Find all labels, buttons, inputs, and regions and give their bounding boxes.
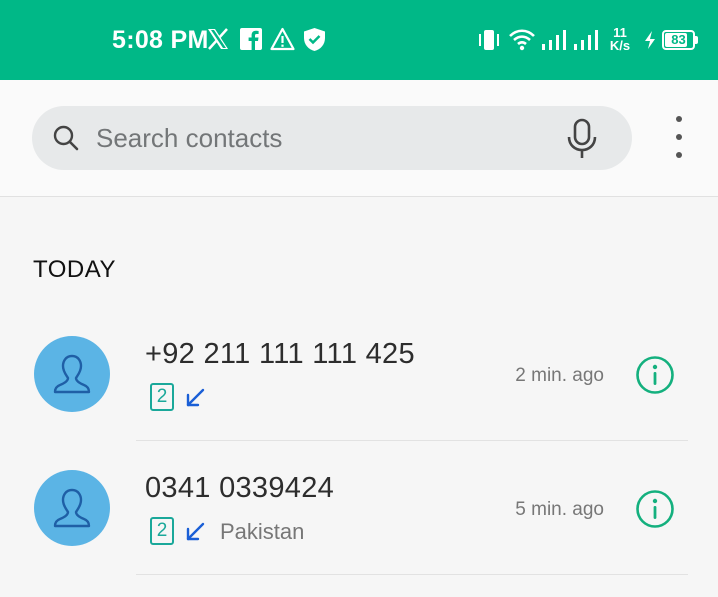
status-time: 5:08 PM <box>112 26 209 54</box>
call-log-row[interactable]: 0341 0339424 2 Pakistan 5 min. ago <box>0 442 718 576</box>
shield-icon <box>304 28 325 51</box>
avatar[interactable] <box>34 336 110 412</box>
info-icon[interactable] <box>635 489 675 529</box>
microphone-icon[interactable] <box>566 118 598 160</box>
phone-number: 0341 0339424 <box>145 472 335 504</box>
phone-number: +92 211 111 111 425 <box>145 338 415 370</box>
battery-cap <box>695 36 698 44</box>
person-icon <box>53 488 91 528</box>
search-icon <box>53 125 79 151</box>
network-speed: 11 K/s <box>607 26 633 52</box>
battery-icon: 83 <box>662 30 695 50</box>
call-log-row[interactable]: +92 211 111 111 425 2 2 min. ago <box>0 308 718 442</box>
battery-percent: 83 <box>671 32 686 47</box>
incoming-call-arrow-icon <box>186 522 205 541</box>
divider <box>136 440 688 441</box>
charging-icon <box>645 31 655 49</box>
signal-icon <box>542 30 566 50</box>
call-time: 5 min. ago <box>515 499 604 520</box>
sim-badge: 2 <box>150 517 174 545</box>
call-location: Pakistan <box>220 519 305 544</box>
facebook-icon <box>240 28 262 50</box>
wifi-icon <box>509 29 535 51</box>
status-bar: 5:08 PM 11 K/s 83 <box>0 0 718 80</box>
search-input[interactable] <box>96 106 536 170</box>
search-bar[interactable] <box>32 106 632 170</box>
sim-badge: 2 <box>150 383 174 411</box>
network-speed-unit: K/s <box>609 38 631 53</box>
person-icon <box>53 354 91 394</box>
incoming-call-arrow-icon <box>186 388 205 407</box>
signal-icon <box>574 30 598 50</box>
warning-icon <box>270 27 295 51</box>
x-icon <box>208 28 228 50</box>
avatar[interactable] <box>34 470 110 546</box>
call-time: 2 min. ago <box>515 365 604 386</box>
header <box>0 80 718 197</box>
vibrate-icon <box>479 30 499 50</box>
divider <box>136 574 688 575</box>
info-icon[interactable] <box>635 355 675 395</box>
more-options-icon[interactable] <box>664 116 694 162</box>
section-header-today: TODAY <box>33 256 116 283</box>
